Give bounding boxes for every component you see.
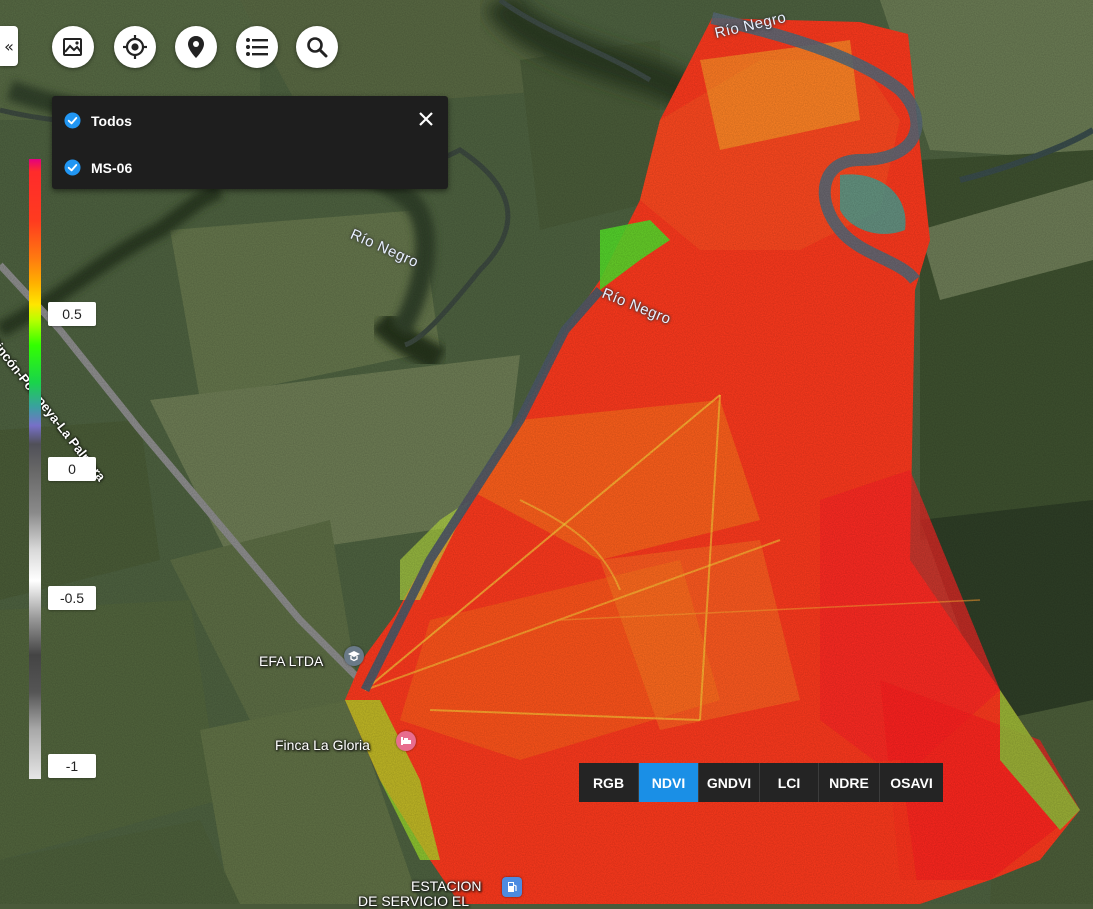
school-pin-icon[interactable] [344, 646, 364, 666]
collapse-sidebar-button[interactable]: « [0, 26, 18, 66]
search-button[interactable] [296, 26, 338, 68]
layer-item-todos[interactable]: Todos [64, 112, 132, 129]
image-layer-icon [63, 38, 82, 56]
place-label-estacion: ESTACION [411, 878, 482, 894]
check-circle-icon[interactable] [64, 112, 81, 129]
layer-label: MS-06 [91, 159, 133, 176]
list-button[interactable] [236, 26, 278, 68]
search-icon [307, 37, 328, 58]
hotel-pin-icon[interactable] [396, 731, 416, 751]
legend-label-neg-0-5: -0.5 [48, 586, 96, 610]
place-label-estacion-2: DE SERVICIO EL [358, 893, 470, 909]
legend-label-neg-1: -1 [48, 754, 96, 778]
index-switcher: RGB NDVI GNDVI LCI NDRE OSAVI [579, 763, 943, 802]
index-button-rgb[interactable]: RGB [579, 763, 639, 802]
map-pin-icon [188, 36, 204, 58]
locate-button[interactable] [114, 26, 156, 68]
image-layer-button[interactable] [52, 26, 94, 68]
index-button-ndre[interactable]: NDRE [819, 763, 880, 802]
place-label-efa: EFA LTDA [259, 653, 324, 669]
index-button-ndvi[interactable]: NDVI [639, 763, 699, 802]
list-icon [246, 38, 268, 56]
layers-panel: Todos MS-06 [52, 96, 448, 189]
ndvi-legend-colorbar [29, 159, 41, 779]
legend-label-0-5: 0.5 [48, 302, 96, 326]
locate-icon [123, 35, 147, 59]
layer-label: Todos [91, 112, 132, 129]
index-button-gndvi[interactable]: GNDVI [699, 763, 760, 802]
place-label-finca: Finca La Gloria [275, 737, 370, 753]
index-button-lci[interactable]: LCI [760, 763, 819, 802]
check-circle-icon[interactable] [64, 159, 81, 176]
legend-label-0: 0 [48, 457, 96, 481]
layer-item-ms06[interactable]: MS-06 [64, 159, 132, 176]
index-button-osavi[interactable]: OSAVI [880, 763, 943, 802]
close-icon[interactable] [418, 111, 434, 127]
gas-station-pin-icon[interactable] [502, 877, 522, 897]
map-pin-button[interactable] [175, 26, 217, 68]
